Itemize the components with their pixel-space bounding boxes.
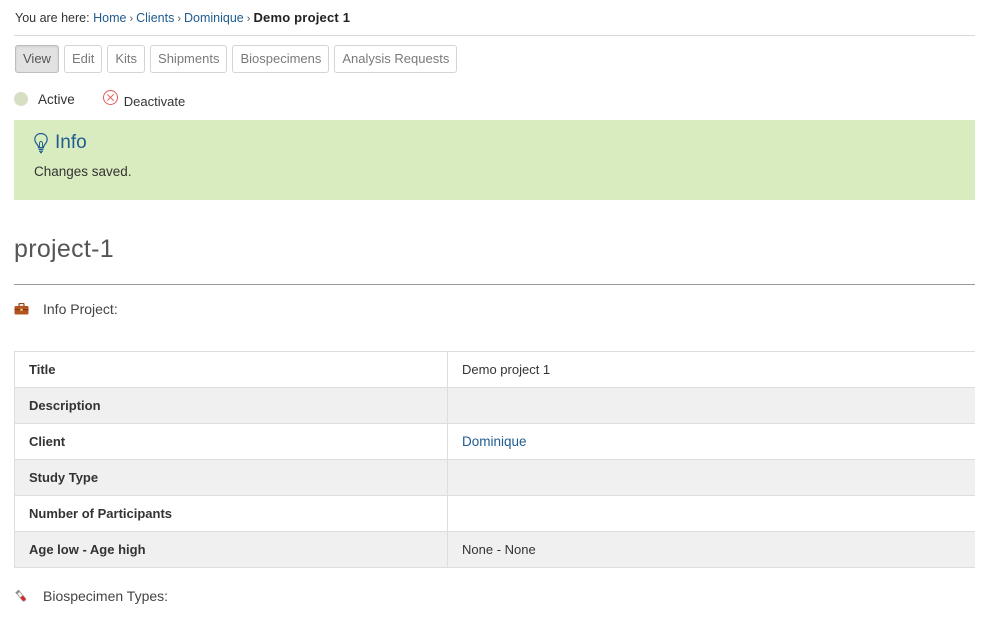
row-key: Age low - Age high xyxy=(14,531,448,568)
info-project-label: Info Project: xyxy=(43,301,118,317)
tab-biospecimens[interactable]: Biospecimens xyxy=(232,45,330,73)
tab-shipments[interactable]: Shipments xyxy=(150,45,228,73)
tab-view[interactable]: View xyxy=(15,45,59,73)
breadcrumb: You are here: Home › Clients › Dominique › Dem… xyxy=(15,10,350,25)
project-info-table: Title Demo project 1 Description Client … xyxy=(14,351,975,568)
biospecimen-types-header: Biospecimen Types: xyxy=(14,588,168,604)
row-value: None - None xyxy=(447,531,975,568)
briefcase-icon xyxy=(14,303,29,315)
breadcrumb-separator: › xyxy=(129,13,134,25)
deactivate-icon xyxy=(102,89,118,105)
test-tube-icon xyxy=(15,589,27,601)
tab-edit[interactable]: Edit xyxy=(63,45,103,73)
row-value: Demo project 1 xyxy=(447,351,975,388)
client-link[interactable]: Dominique xyxy=(462,434,527,449)
tab-analysis-requests[interactable]: Analysis Requests xyxy=(334,45,458,73)
deactivate-button[interactable]: Deactivate xyxy=(102,89,186,109)
breadcrumb-separator: › xyxy=(246,13,251,25)
row-key: Number of Participants xyxy=(14,495,448,532)
table-row: Description xyxy=(14,387,975,424)
biospecimen-types-label: Biospecimen Types: xyxy=(43,588,169,604)
info-project-header: Info Project: xyxy=(14,301,118,317)
state-row: Active Deactivate xyxy=(14,88,185,110)
row-value xyxy=(447,495,975,532)
breadcrumb-current: Demo project 1 xyxy=(253,10,351,25)
table-row: Number of Participants xyxy=(14,495,975,532)
row-value xyxy=(447,387,975,424)
tab-bar: View Edit Kits Shipments Biospecimens An… xyxy=(15,45,458,73)
breadcrumb-link-clients[interactable]: Clients xyxy=(136,11,174,25)
table-row: Title Demo project 1 xyxy=(14,351,975,388)
page: You are here: Home › Clients › Dominique › Dem… xyxy=(0,0,1004,622)
info-title-text: Info xyxy=(55,132,87,153)
info-message-text: Changes saved. xyxy=(34,164,132,179)
lightbulb-icon xyxy=(34,132,48,154)
row-key: Study Type xyxy=(14,459,448,496)
tab-kits[interactable]: Kits xyxy=(107,45,146,73)
breadcrumb-link-client[interactable]: Dominique xyxy=(184,11,244,25)
state-indicator-icon xyxy=(14,92,28,106)
page-title: project-1 xyxy=(14,235,114,263)
row-value xyxy=(447,459,975,496)
table-row: Age low - Age high None - None xyxy=(14,531,975,568)
title-divider xyxy=(14,284,975,285)
row-key: Client xyxy=(14,423,448,460)
breadcrumb-link-home[interactable]: Home xyxy=(93,11,126,25)
breadcrumb-separator: › xyxy=(177,13,181,25)
divider xyxy=(14,35,975,36)
breadcrumb-prefix: You are here: xyxy=(15,11,90,25)
row-key: Description xyxy=(14,387,448,424)
state-label: Active xyxy=(38,91,75,107)
info-message-title: Info xyxy=(33,132,87,154)
table-row: Client Dominique xyxy=(14,423,975,460)
row-key: Title xyxy=(14,351,448,388)
info-message: Info Changes saved. xyxy=(14,120,975,200)
row-value: Dominique xyxy=(447,423,975,460)
deactivate-label: Deactivate xyxy=(123,93,186,109)
table-row: Study Type xyxy=(14,459,975,496)
